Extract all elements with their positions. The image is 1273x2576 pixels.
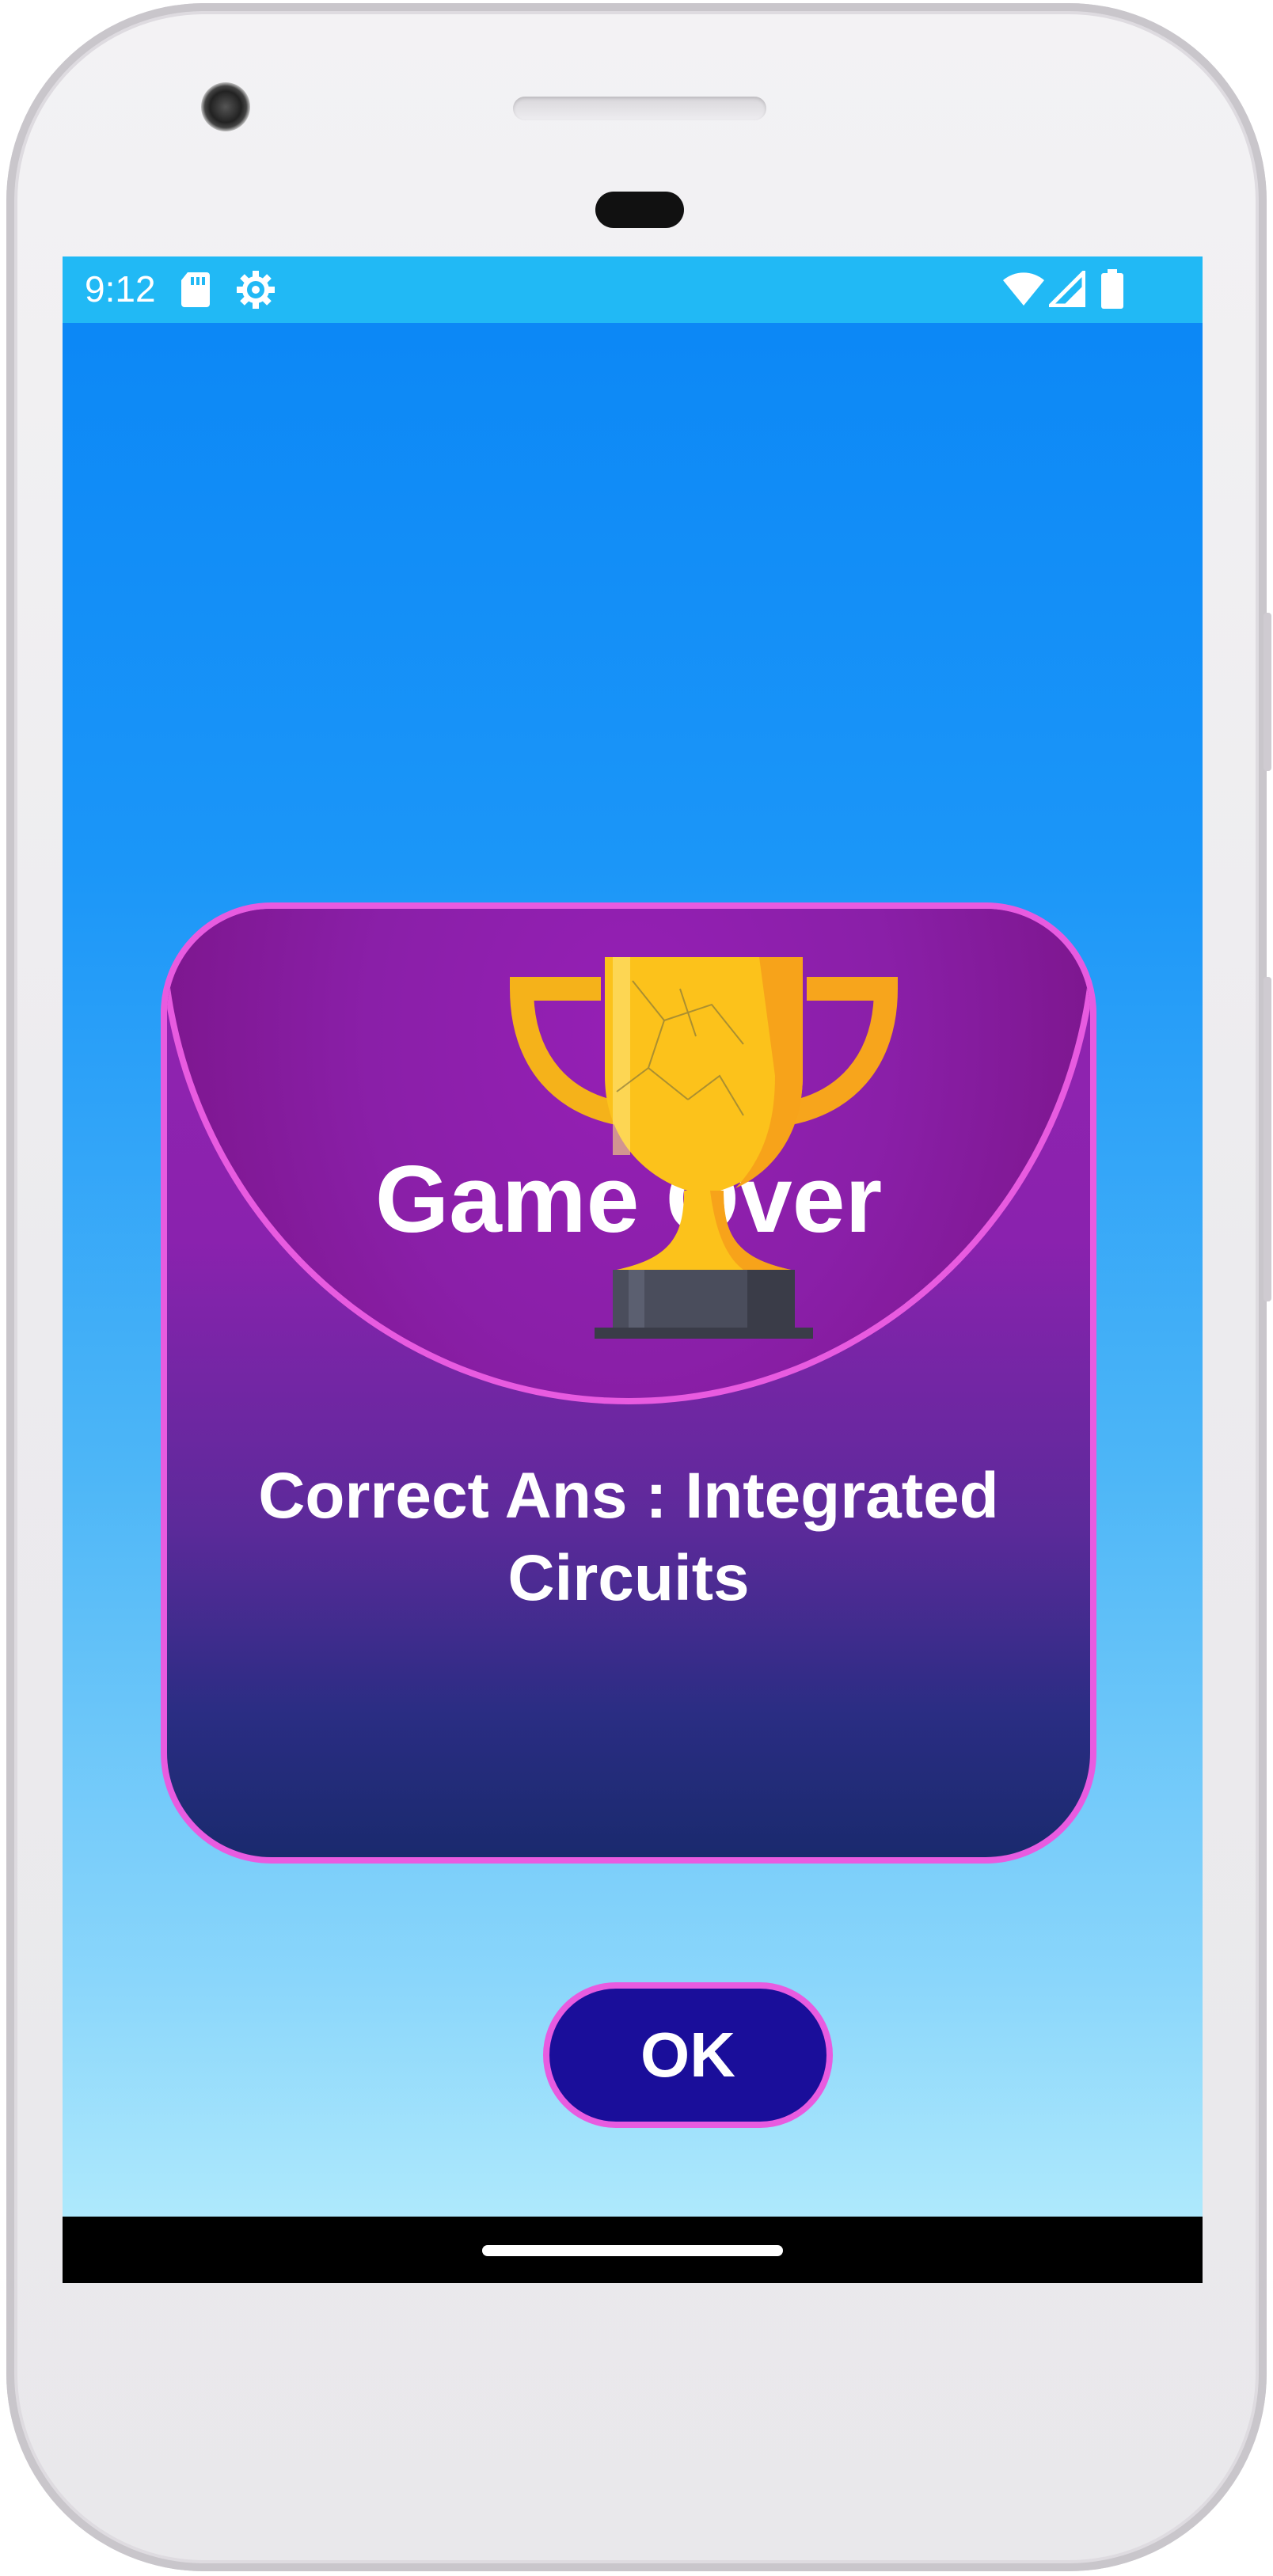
- correct-answer-message: Correct Ans : Integrated Circuits: [258, 1460, 999, 1614]
- cell-signal-icon: [1045, 267, 1086, 311]
- battery-icon: [1101, 269, 1123, 313]
- proximity-sensor: [595, 192, 684, 228]
- ok-button[interactable]: OK: [543, 1982, 833, 2128]
- status-time: 9:12: [85, 268, 156, 310]
- volume-button: [1264, 977, 1271, 1301]
- front-camera: [201, 82, 250, 131]
- navigation-bar: [63, 2217, 1203, 2283]
- screen: 9:12 Game Over Correct Ans: Integrated …: [63, 256, 1203, 2283]
- sd-card-icon: [180, 271, 211, 313]
- earpiece-speaker: [513, 97, 766, 120]
- power-button: [1264, 613, 1271, 771]
- wifi-icon: [1001, 271, 1046, 311]
- trophy-icon: [506, 957, 902, 1353]
- status-bar: 9:12: [63, 256, 1203, 323]
- settings-gear-icon: [235, 269, 276, 314]
- home-gesture-pill[interactable]: [482, 2245, 783, 2256]
